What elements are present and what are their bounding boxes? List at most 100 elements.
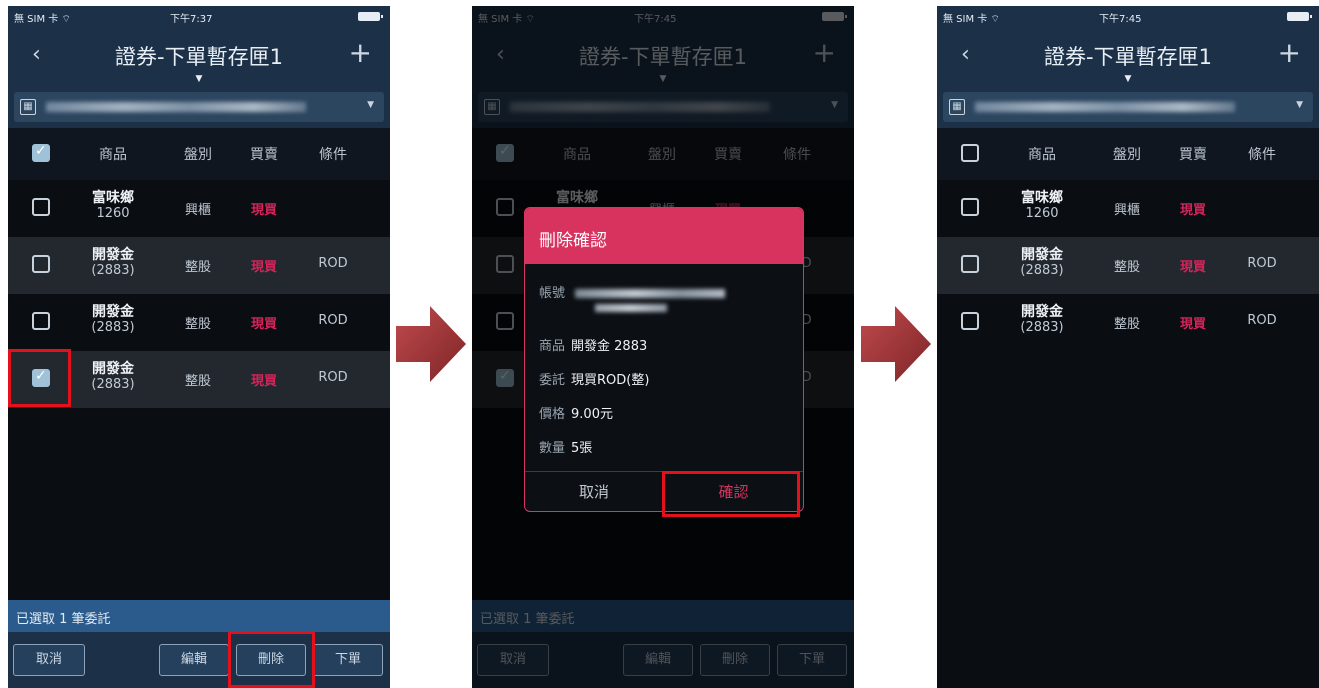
condition-cell: ROD — [318, 313, 348, 328]
order-value: 現買ROD(整) — [571, 373, 650, 388]
account-bar: ▦ ▼ — [8, 88, 390, 128]
page-title[interactable]: 證券-下單暫存匣1 — [937, 41, 1319, 71]
title-dropdown-icon[interactable]: ▼ — [8, 74, 390, 84]
qty-value: 5張 — [571, 441, 593, 456]
selection-count: 已選取 1 筆委託 — [16, 612, 111, 627]
checkbox-icon — [961, 198, 979, 216]
account-selector[interactable]: ▦ ▼ — [943, 92, 1313, 122]
dialog-price-row: 價格 9.00元 — [539, 403, 613, 422]
add-icon[interactable]: + — [349, 36, 372, 69]
header-product: 商品 — [1028, 147, 1056, 163]
account-number-masked — [575, 289, 726, 298]
status-bar: 無 SIM 卡 ⌔ 下午7:37 — [8, 6, 390, 26]
grid-icon: ▦ — [949, 99, 965, 115]
checkbox-icon — [961, 312, 979, 330]
table-header: 商品 盤別 買賣 條件 — [937, 128, 1319, 180]
product-code: 1260 — [96, 206, 130, 221]
dialog-order-row: 委託 現買ROD(整) — [539, 369, 649, 388]
selection-bar: 已選取 1 筆委託 — [8, 600, 390, 632]
session-cell: 整股 — [184, 260, 211, 275]
product-name: 富味鄉 — [1021, 190, 1063, 206]
add-icon[interactable]: + — [1278, 36, 1301, 69]
session-cell: 整股 — [184, 317, 211, 332]
row-checkbox[interactable] — [28, 255, 54, 277]
session-cell: 整股 — [1113, 260, 1140, 275]
product-label: 商品 — [539, 339, 566, 354]
action-bar: 取消 編輯 刪除 下單 — [8, 632, 390, 688]
account-number-masked — [46, 102, 306, 112]
account-name-masked — [595, 304, 667, 312]
product-name: 開發金 — [92, 304, 134, 320]
dialog-product-row: 商品 開發金 2883 — [539, 335, 647, 354]
row-checkbox[interactable] — [957, 255, 983, 277]
table-row[interactable]: 富味鄉 1260 興櫃 現買 — [8, 180, 390, 237]
table-row[interactable]: 開發金(2883) 整股 現買 ROD — [937, 294, 1319, 351]
select-all-checkbox[interactable] — [28, 143, 54, 166]
row-checkbox[interactable] — [957, 312, 983, 334]
session-cell: 整股 — [184, 374, 211, 389]
account-number-masked — [975, 102, 1235, 112]
title-dropdown-icon[interactable]: ▼ — [937, 74, 1319, 84]
checkbox-checked-icon — [32, 143, 50, 162]
dialog-qty-row: 數量 5張 — [539, 437, 592, 456]
account-label: 帳號 — [539, 286, 566, 301]
product-code: (2883) — [91, 377, 135, 392]
account-selector[interactable]: ▦ ▼ — [14, 92, 384, 122]
checkbox-icon — [32, 198, 50, 216]
dialog-cancel-button[interactable]: 取消 — [525, 472, 664, 511]
highlight-selected-checkbox — [8, 349, 71, 407]
select-all-checkbox[interactable] — [957, 144, 983, 166]
checkbox-icon — [32, 255, 50, 273]
side-cell: 現買 — [250, 374, 277, 389]
nav-bar: ‹ 證券-下單暫存匣1 ▼ + — [8, 26, 390, 88]
clock: 下午7:45 — [1099, 14, 1142, 25]
condition-cell: ROD — [318, 256, 348, 271]
place-order-button[interactable]: 下單 — [313, 644, 383, 676]
side-cell: 現買 — [1179, 260, 1206, 275]
product-name: 開發金 — [1021, 247, 1063, 263]
table-row[interactable]: 富味鄉 1260 興櫃 現買 — [937, 180, 1319, 237]
product-value: 開發金 2883 — [571, 339, 648, 354]
battery-icon — [358, 12, 383, 21]
session-cell: 興櫃 — [184, 203, 211, 218]
product-cell: 開發金(2883) — [78, 361, 148, 393]
product-cell: 富味鄉1260 — [78, 190, 148, 222]
table-header: 商品 盤別 買賣 條件 — [8, 128, 390, 180]
header-side: 買賣 — [1179, 147, 1207, 163]
product-cell: 開發金(2883) — [78, 247, 148, 279]
edit-button[interactable]: 編輯 — [159, 644, 229, 676]
session-cell: 興櫃 — [1113, 203, 1140, 218]
dialog-title: 刪除確認 — [525, 208, 803, 264]
product-name: 開發金 — [1021, 304, 1063, 320]
carrier-label: 無 SIM 卡 ⌔ — [943, 14, 1000, 25]
account-bar: ▦ ▼ — [937, 88, 1319, 128]
qty-label: 數量 — [539, 441, 566, 456]
price-label: 價格 — [539, 407, 566, 422]
row-checkbox[interactable] — [28, 198, 54, 220]
cancel-button[interactable]: 取消 — [13, 644, 85, 676]
screen-after-delete: 無 SIM 卡 ⌔ 下午7:45 ‹ 證券-下單暫存匣1 ▼ + ▦ ▼ 商品 … — [937, 6, 1319, 688]
page-title[interactable]: 證券-下單暫存匣1 — [8, 41, 390, 71]
battery-icon — [1287, 12, 1312, 21]
next-step-arrow-icon — [396, 306, 466, 382]
chevron-down-icon: ▼ — [1296, 100, 1303, 110]
side-cell: 現買 — [250, 203, 277, 218]
grid-icon: ▦ — [20, 99, 36, 115]
header-side: 買賣 — [250, 147, 278, 163]
table-row[interactable]: 開發金(2883) 整股 現買 ROD — [8, 294, 390, 351]
side-cell: 現買 — [250, 260, 277, 275]
table-row[interactable]: 開發金(2883) 整股 現買 ROD — [8, 237, 390, 294]
checkbox-icon — [32, 312, 50, 330]
product-code: 1260 — [1025, 206, 1059, 221]
header-product: 商品 — [99, 147, 127, 163]
row-checkbox[interactable] — [28, 312, 54, 334]
highlight-confirm-button — [662, 471, 800, 517]
condition-cell: ROD — [1247, 313, 1277, 328]
header-condition: 條件 — [319, 147, 347, 163]
table-row[interactable]: 開發金(2883) 整股 現買 ROD — [937, 237, 1319, 294]
header-session: 盤別 — [1113, 147, 1141, 163]
checkbox-icon — [961, 255, 979, 273]
condition-cell: ROD — [1247, 256, 1277, 271]
row-checkbox[interactable] — [957, 198, 983, 220]
header-condition: 條件 — [1248, 147, 1276, 163]
